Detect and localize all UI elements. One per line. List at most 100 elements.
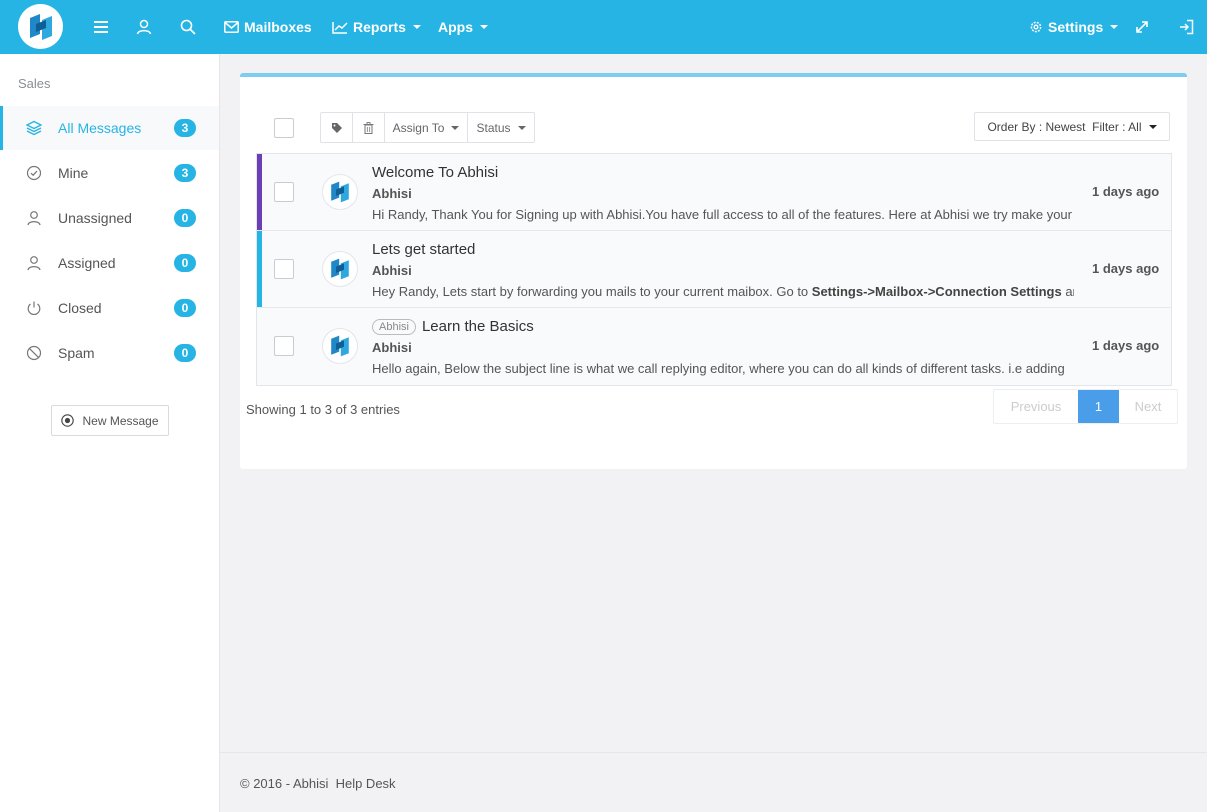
mailboxes-nav-link[interactable]: Mailboxes [224, 0, 312, 54]
message-sender: Abhisi [372, 263, 412, 278]
user-icon [25, 254, 43, 272]
message-accent-bar [257, 231, 262, 307]
chevron-down-icon [517, 125, 526, 130]
message-sender: Abhisi [372, 186, 412, 201]
previous-page-button[interactable]: Previous [994, 390, 1078, 423]
sidebar-item-label: Mine [58, 165, 89, 181]
count-badge: 0 [174, 344, 196, 362]
chevron-down-icon [412, 25, 421, 29]
message-list: Welcome To Abhisi Abhisi Hi Randy, Thank… [256, 153, 1172, 386]
envelope-icon [224, 21, 239, 33]
subject-text: Lets get started [372, 241, 476, 258]
footer: © 2016 - Abhisi Help Desk [220, 752, 1207, 812]
message-subject[interactable]: Welcome To Abhisi [372, 164, 498, 181]
fullscreen-icon[interactable] [1130, 0, 1154, 54]
reports-nav-link[interactable]: Reports [332, 0, 421, 54]
message-checkbox[interactable] [274, 182, 294, 202]
settings-label: Settings [1048, 19, 1104, 35]
messages-panel: Assign To Status Order By : Newest Filte… [240, 73, 1187, 469]
preview-text: Hey Randy, Lets start by forwarding you … [372, 284, 812, 299]
message-preview: Hey Randy, Lets start by forwarding you … [372, 284, 1074, 299]
new-message-label: New Message [82, 413, 159, 428]
top-navbar: Mailboxes Reports Apps Settings [0, 0, 1207, 54]
sidebar-item-mine[interactable]: Mine 3 [0, 151, 219, 195]
next-page-button[interactable]: Next [1119, 390, 1177, 423]
sidebar-item-unassigned[interactable]: Unassigned 0 [0, 196, 219, 240]
abhisi-logo[interactable] [18, 4, 63, 49]
message-time: 1 days ago [1092, 261, 1160, 276]
chevron-down-icon [1110, 25, 1119, 29]
compose-icon [61, 414, 75, 427]
message-row[interactable]: Welcome To Abhisi Abhisi Hi Randy, Thank… [257, 154, 1171, 231]
assign-to-dropdown[interactable]: Assign To [384, 112, 468, 143]
reports-label: Reports [353, 19, 406, 35]
message-preview: Hi Randy, Thank You for Signing up with … [372, 207, 1072, 222]
message-preview: Hello again, Below the subject line is w… [372, 361, 1065, 376]
message-checkbox[interactable] [274, 259, 294, 279]
message-subject[interactable]: Abhisi Learn the Basics [372, 318, 534, 335]
sidebar-item-label: Spam [58, 345, 95, 361]
check-circle-icon [25, 164, 43, 182]
sidebar-item-label: Unassigned [58, 210, 132, 226]
line-chart-icon [332, 21, 348, 34]
message-accent-bar [257, 154, 262, 230]
logo-icon [331, 335, 349, 357]
subject-text: Welcome To Abhisi [372, 164, 499, 181]
message-checkbox[interactable] [274, 336, 294, 356]
trash-icon [363, 121, 374, 134]
message-row[interactable]: Abhisi Learn the Basics Abhisi Hello aga… [257, 308, 1171, 385]
apps-nav-link[interactable]: Apps [438, 0, 488, 54]
chevron-down-icon [480, 25, 488, 29]
mailbox-tag[interactable]: Abhisi [372, 318, 416, 335]
sidebar-item-all-messages[interactable]: All Messages 3 [0, 106, 219, 150]
sidebar-item-closed[interactable]: Closed 0 [0, 286, 219, 330]
order-filter-label: Order By : Newest Filter : All [987, 119, 1142, 134]
sidebar-item-assigned[interactable]: Assigned 0 [0, 241, 219, 285]
tag-icon [331, 122, 342, 133]
count-badge: 0 [174, 254, 196, 272]
user-icon [25, 209, 43, 227]
layers-icon [25, 119, 43, 137]
sender-avatar [322, 328, 358, 364]
count-badge: 3 [174, 119, 196, 137]
logout-icon[interactable] [1174, 0, 1198, 54]
sidebar: Sales All Messages 3 Mine 3 Unassigned 0… [0, 54, 220, 812]
menu-hamburger-icon[interactable] [88, 0, 114, 54]
delete-button[interactable] [352, 112, 385, 143]
pagination: Previous 1 Next [993, 389, 1178, 424]
chevron-down-icon [1148, 124, 1157, 129]
search-icon[interactable] [176, 0, 200, 54]
status-dropdown[interactable]: Status [467, 112, 535, 143]
message-time: 1 days ago [1092, 184, 1160, 199]
logo-icon [331, 258, 349, 280]
sidebar-heading: Sales [18, 76, 51, 91]
power-icon [25, 299, 43, 317]
sender-avatar [322, 251, 358, 287]
settings-nav-link[interactable]: Settings [1029, 0, 1119, 54]
user-icon[interactable] [132, 0, 156, 54]
message-subject[interactable]: Lets get started [372, 241, 475, 258]
sender-avatar [322, 174, 358, 210]
entries-summary: Showing 1 to 3 of 3 entries [246, 402, 400, 417]
sidebar-item-label: Assigned [58, 255, 116, 271]
sidebar-item-spam[interactable]: Spam 0 [0, 331, 219, 375]
ban-icon [25, 344, 43, 362]
new-message-button[interactable]: New Message [51, 405, 169, 436]
message-time: 1 days ago [1092, 338, 1160, 353]
sidebar-item-label: Closed [58, 300, 102, 316]
select-all-checkbox[interactable] [274, 118, 294, 138]
logo-icon [29, 13, 52, 40]
mailboxes-label: Mailboxes [244, 19, 312, 35]
logo-icon [331, 181, 349, 203]
page-1-button[interactable]: 1 [1078, 390, 1119, 423]
tag-button[interactable] [320, 112, 353, 143]
order-filter-dropdown[interactable]: Order By : Newest Filter : All [974, 112, 1170, 141]
copyright-text: © 2016 - Abhisi Help Desk [240, 776, 396, 791]
assign-to-label: Assign To [392, 120, 445, 135]
preview-text: and [1065, 284, 1074, 299]
subject-text: Learn the Basics [421, 318, 534, 335]
count-badge: 3 [174, 164, 196, 182]
status-label: Status [476, 120, 511, 135]
apps-label: Apps [438, 19, 473, 35]
message-row[interactable]: Lets get started Abhisi Hey Randy, Lets … [257, 231, 1171, 308]
